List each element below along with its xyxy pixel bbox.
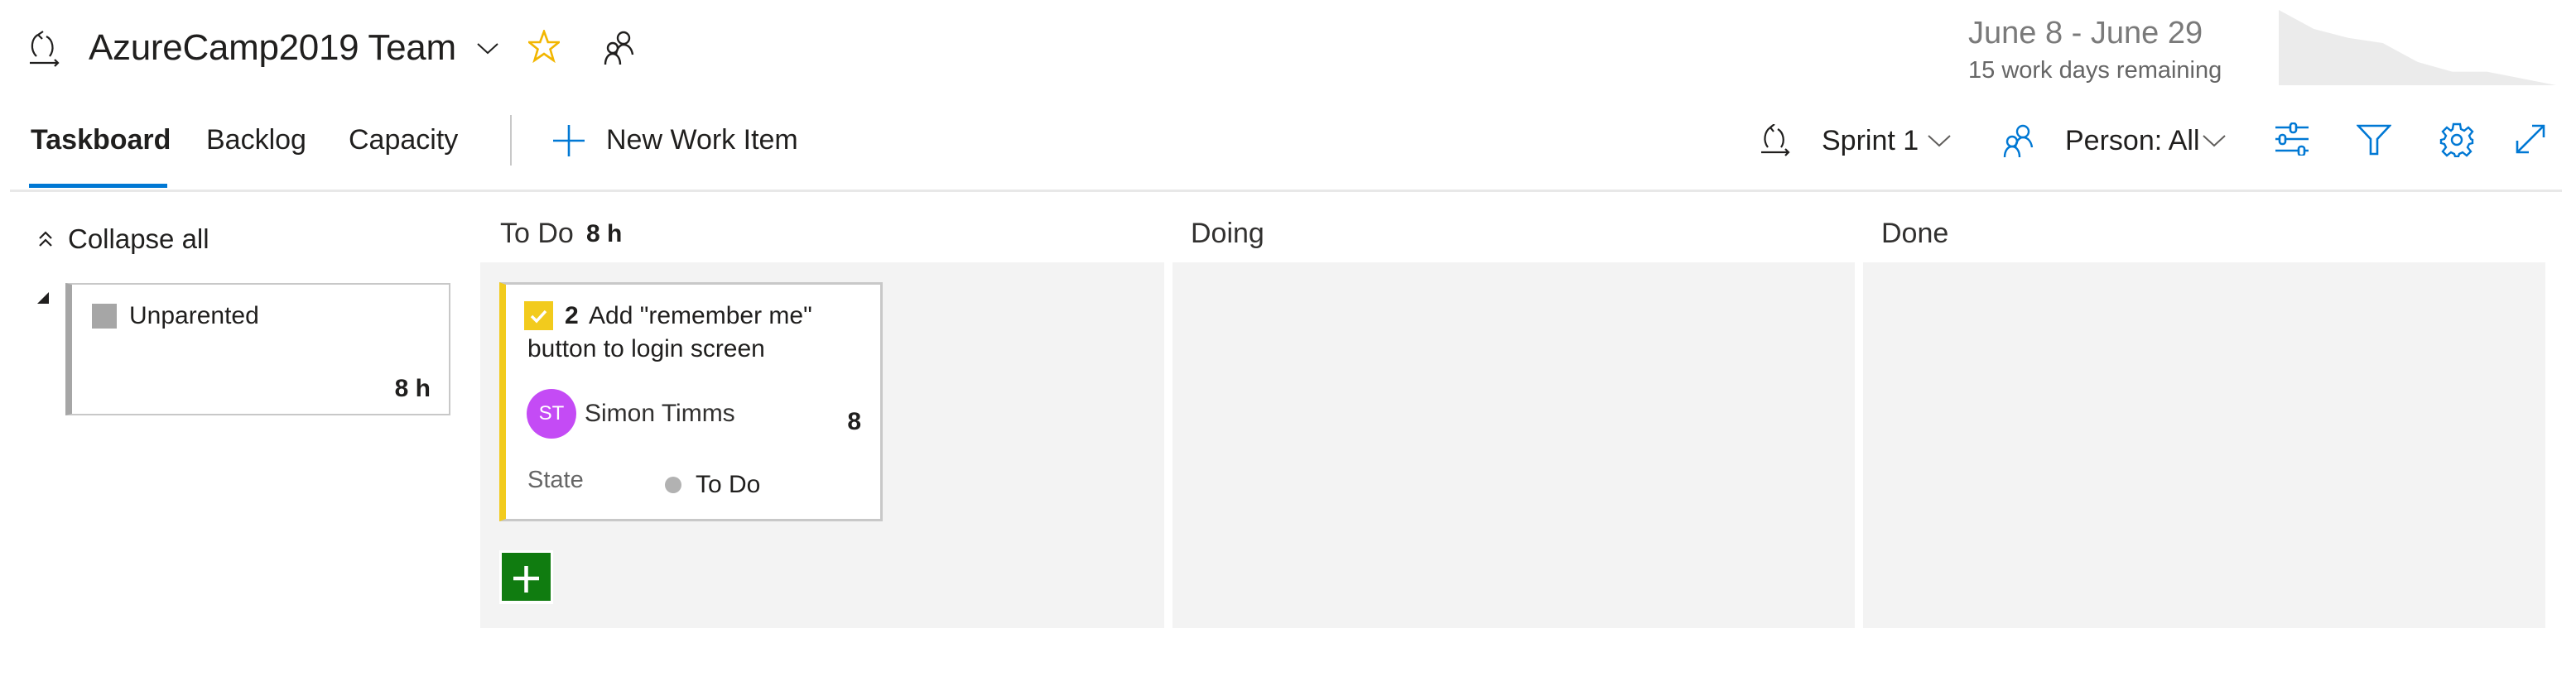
collapse-all-icon[interactable] [37, 230, 54, 248]
toolbar-divider [510, 115, 512, 166]
person-filter[interactable]: Person: All [2065, 122, 2200, 159]
tab-backlog[interactable]: Backlog [206, 122, 306, 158]
parent-type-icon [92, 304, 117, 329]
add-task-button[interactable] [499, 550, 553, 604]
sliders-icon[interactable] [2274, 122, 2310, 156]
tab-taskboard[interactable]: Taskboard [31, 122, 171, 158]
sprint-cycle-icon[interactable] [1759, 124, 1795, 159]
expand-icon[interactable] [2514, 122, 2547, 156]
filter-icon[interactable] [2357, 124, 2391, 156]
header-divider [10, 190, 2562, 192]
star-icon[interactable] [528, 30, 560, 63]
chevron-down-icon[interactable] [475, 40, 500, 56]
plus-icon [502, 553, 551, 601]
new-work-item-button[interactable]: New Work Item [606, 122, 798, 158]
gear-icon[interactable] [2439, 122, 2474, 157]
task-id: 2 [565, 302, 579, 329]
sprint-cycle-icon [26, 30, 66, 70]
sprint-picker[interactable]: Sprint 1 [1822, 122, 1919, 159]
burndown-area [2279, 10, 2556, 85]
people-icon[interactable] [2002, 124, 2035, 157]
parent-title: Unparented [129, 302, 259, 329]
burndown-sparkline[interactable] [2279, 8, 2556, 88]
sprint-days-remaining: 15 work days remaining [1968, 57, 2222, 84]
state-field-value[interactable]: To Do [696, 468, 760, 501]
column-remaining-hours: 8 h [586, 220, 623, 247]
column-header-done: Done [1881, 218, 1949, 249]
expand-row-caret-icon[interactable] [37, 292, 49, 304]
column-doing-cell[interactable] [1172, 262, 1855, 628]
selected-tab-indicator [29, 184, 167, 188]
avatar: ST [527, 389, 576, 439]
chevron-down-icon[interactable] [1926, 132, 1952, 149]
column-header-doing: Doing [1191, 218, 1264, 249]
parent-remaining-hours: 8 h [394, 375, 431, 402]
plus-icon[interactable] [551, 124, 586, 157]
task-assignee[interactable]: Simon Timms [585, 397, 735, 430]
people-icon[interactable] [603, 30, 636, 65]
state-indicator-icon [665, 477, 681, 493]
state-field-label: State [527, 467, 584, 493]
team-name[interactable]: AzureCamp2019 Team [89, 25, 456, 71]
sprint-date-range: June 8 - June 29 [1968, 16, 2203, 50]
column-header-todo: To Do [500, 218, 574, 249]
collapse-all-button[interactable]: Collapse all [68, 222, 209, 257]
column-done-cell[interactable] [1863, 262, 2545, 628]
tab-capacity[interactable]: Capacity [349, 122, 458, 158]
task-remaining-work[interactable]: 8 [836, 405, 861, 439]
chevron-down-icon[interactable] [2201, 132, 2227, 149]
